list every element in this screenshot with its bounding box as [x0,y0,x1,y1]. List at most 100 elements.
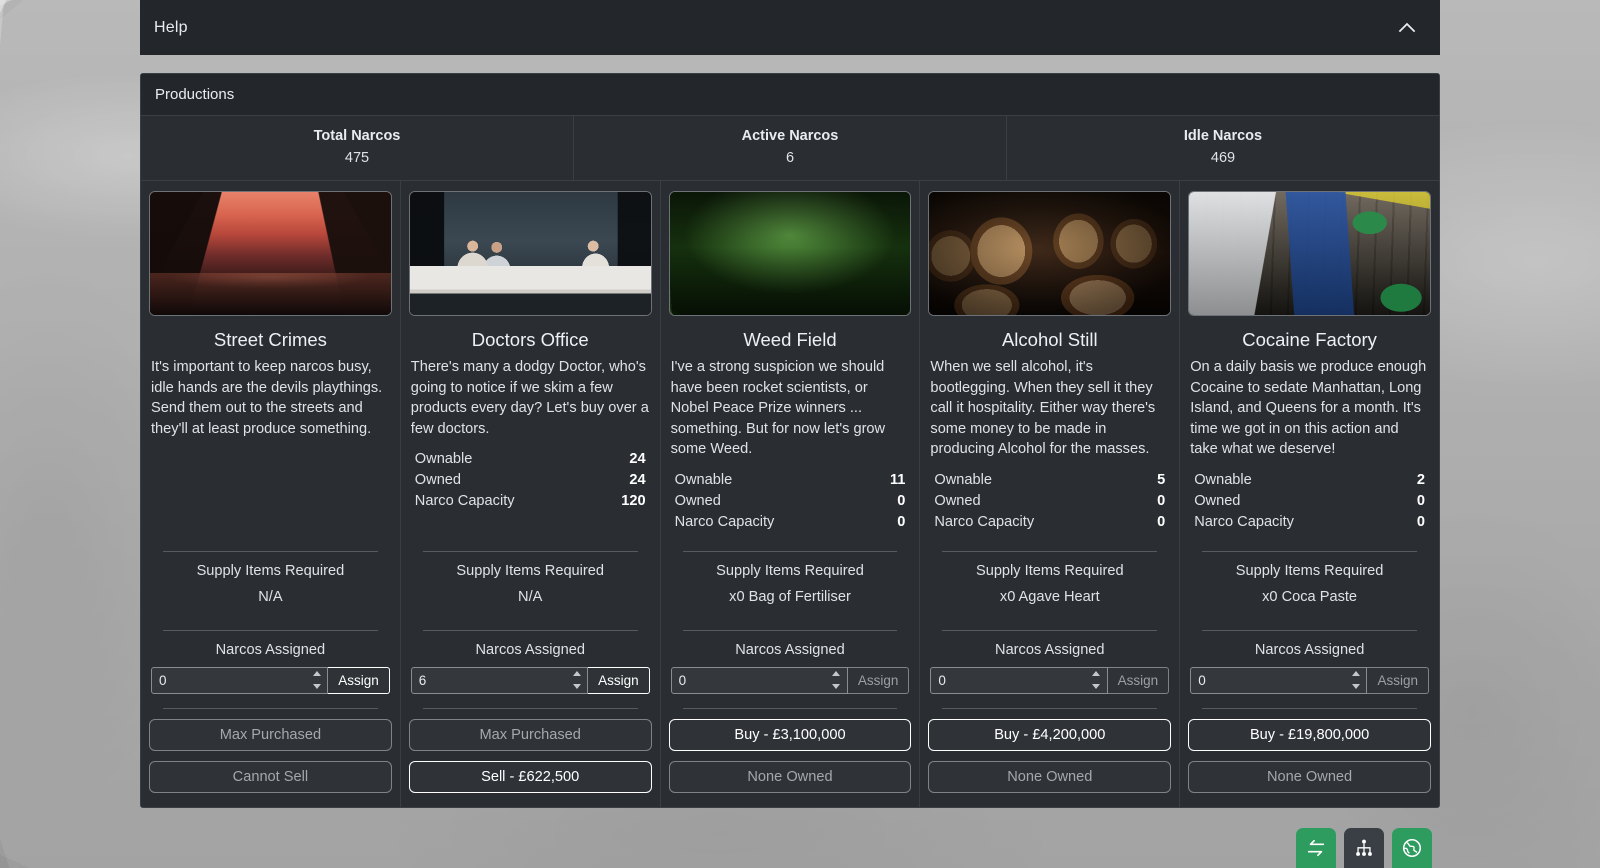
sell-button: None Owned [928,761,1171,793]
divider [942,708,1157,709]
card-title: Doctors Office [409,329,652,350]
divider [683,630,898,631]
stat-label: Ownable [934,472,992,488]
chevron-up-icon[interactable] [1396,17,1418,39]
assign-row: Assign [928,667,1171,694]
card-description: It's important to keep narcos busy, idle… [149,357,392,439]
fab-world[interactable] [1392,828,1432,868]
number-stepper-icon[interactable] [571,671,582,689]
card-title: Weed Field [669,329,912,350]
stat-narco-capacity: Narco Capacity 0 [1194,512,1425,533]
supply-title: Supply Items Required [1188,563,1431,579]
fab-hierarchy[interactable] [1344,828,1384,868]
card-thumbnail-alcohol-still [928,191,1171,316]
supply-value: x0 Bag of Fertiliser [669,589,912,605]
sell-button: None Owned [1188,761,1431,793]
summary-value: 469 [1013,150,1433,166]
divider [683,708,898,709]
summary-value: 475 [147,150,567,166]
narcos-assigned-label: Narcos Assigned [928,642,1171,658]
narcos-assigned-field-wrap [930,667,1107,694]
supply-section: Supply Items Required N/A [409,552,652,616]
stat-label: Narco Capacity [1194,514,1294,530]
supply-section: Supply Items Required x0 Bag of Fertilis… [669,552,912,616]
card-artwork [670,192,911,315]
stat-ownable: Ownable 2 [1194,470,1425,491]
sell-button: Cannot Sell [149,761,392,793]
productions-panel-header: Productions [141,74,1439,116]
supply-title: Supply Items Required [669,563,912,579]
card-description: When we sell alcohol, it's bootlegging. … [928,357,1171,460]
buy-button[interactable]: Buy - £3,100,000 [669,719,912,751]
number-stepper-icon[interactable] [311,671,322,689]
stat-value: 0 [1157,514,1165,530]
narcos-assigned-input[interactable] [1190,667,1367,694]
productions-panel-title: Productions [155,86,234,103]
card-thumbnail-cocaine-factory [1188,191,1431,316]
number-stepper-icon[interactable] [1091,671,1102,689]
narcos-assigned-input[interactable] [151,667,328,694]
sell-button[interactable]: Sell - £622,500 [409,761,652,793]
supply-title: Supply Items Required [149,563,392,579]
production-card-alcohol-still: Alcohol Still When we sell alcohol, it's… [920,181,1180,807]
stat-label: Narco Capacity [415,493,515,509]
fab-trade[interactable] [1296,828,1336,868]
stat-label: Narco Capacity [675,514,775,530]
production-card-cocaine-factory: Cocaine Factory On a daily basis we prod… [1180,181,1439,807]
card-stats: Ownable 24 Owned 24 Narco Capacity 120 [409,449,652,512]
narcos-assigned-label: Narcos Assigned [149,642,392,658]
assign-row: Assign [669,667,912,694]
narcos-assigned-input[interactable] [930,667,1107,694]
stat-ownable: Ownable 11 [675,470,906,491]
card-artwork [929,192,1170,315]
narcos-assigned-label: Narcos Assigned [409,642,652,658]
card-thumbnail-weed-field [669,191,912,316]
assign-button[interactable]: Assign [328,667,390,694]
narcos-assigned-input[interactable] [671,667,848,694]
card-spacer [1188,533,1431,537]
narcos-assigned-input[interactable] [411,667,588,694]
stat-ownable: Ownable 5 [934,470,1165,491]
card-description: There's many a dodgy Doctor, who's going… [409,357,652,439]
card-description: I've a strong suspicion we should have b… [669,357,912,460]
stat-value: 11 [890,472,905,488]
stat-owned: Owned 0 [934,491,1165,512]
floating-action-buttons [1296,828,1432,868]
divider [423,630,638,631]
stat-value: 0 [1417,493,1425,509]
stat-label: Owned [415,472,461,488]
buy-button[interactable]: Buy - £4,200,000 [928,719,1171,751]
stat-narco-capacity: Narco Capacity 120 [415,491,646,512]
card-spacer [928,533,1171,537]
assign-button: Assign [848,667,910,694]
stat-owned: Owned 0 [675,491,906,512]
narcos-assigned-label: Narcos Assigned [669,642,912,658]
summary-value: 6 [580,150,1000,166]
stat-owned: Owned 24 [415,470,646,491]
narcos-assigned-label: Narcos Assigned [1188,642,1431,658]
sell-button: None Owned [669,761,912,793]
app-root: Help Productions Total Narcos 475 Active… [140,0,1440,868]
number-stepper-icon[interactable] [831,671,842,689]
swap-arrows-icon [1305,837,1327,859]
supply-section: Supply Items Required N/A [149,552,392,616]
supply-section: Supply Items Required x0 Coca Paste [1188,552,1431,616]
help-accordion-header[interactable]: Help [140,0,1440,55]
stat-value: 120 [621,493,645,509]
assign-button[interactable]: Assign [588,667,650,694]
card-spacer [409,512,652,537]
card-stats: Ownable 5 Owned 0 Narco Capacity 0 [928,470,1171,533]
card-artwork [410,192,651,315]
narcos-assigned-field-wrap [151,667,328,694]
production-card-street-crimes: Street Crimes It's important to keep nar… [141,181,401,807]
stat-label: Owned [934,493,980,509]
stat-label: Ownable [675,472,733,488]
buy-button[interactable]: Buy - £19,800,000 [1188,719,1431,751]
card-thumbnail-doctors-office [409,191,652,316]
stat-narco-capacity: Narco Capacity 0 [675,512,906,533]
assign-row: Assign [409,667,652,694]
summary-label: Idle Narcos [1013,128,1433,144]
summary-label: Active Narcos [580,128,1000,144]
narcos-assigned-field-wrap [1190,667,1367,694]
number-stepper-icon[interactable] [1350,671,1361,689]
